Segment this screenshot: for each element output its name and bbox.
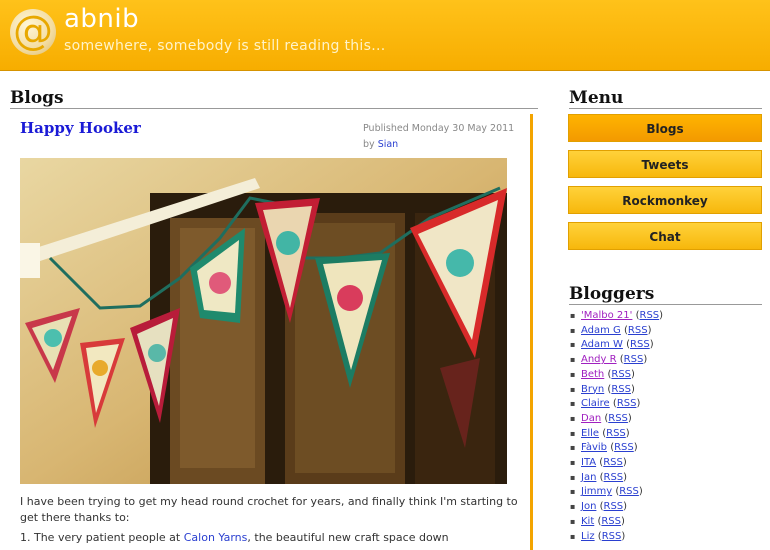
blogger-rss-link[interactable]: RSS bbox=[608, 413, 628, 424]
blogger-link[interactable]: Jimmy bbox=[581, 486, 612, 497]
blogger-item: Adam W (RSS) bbox=[569, 338, 663, 353]
post-list-text: 1. The very patient people at bbox=[20, 531, 184, 544]
post-author-link[interactable]: Sian bbox=[378, 139, 399, 150]
blogger-link[interactable]: Kit bbox=[581, 516, 594, 527]
blogger-item: Bryn (RSS) bbox=[569, 383, 663, 398]
blogger-rss-link[interactable]: RSS bbox=[602, 531, 622, 542]
post-image[interactable] bbox=[20, 158, 507, 484]
menu-title: Menu bbox=[569, 88, 624, 108]
blogger-link[interactable]: Fàvib bbox=[581, 442, 607, 453]
post-title-link[interactable]: Happy Hooker bbox=[20, 119, 141, 137]
blogger-rss-link[interactable]: RSS bbox=[624, 354, 644, 365]
blogger-rss-link[interactable]: RSS bbox=[611, 369, 631, 380]
blogger-rss-link[interactable]: RSS bbox=[604, 501, 624, 512]
blogger-link[interactable]: Bryn bbox=[581, 384, 604, 395]
blogger-link[interactable]: Andy R bbox=[581, 354, 617, 365]
blogger-link[interactable]: ITA bbox=[581, 457, 596, 468]
blogger-rss-link[interactable]: RSS bbox=[603, 457, 623, 468]
site-header: @ abnib somewhere, somebody is still rea… bbox=[0, 0, 770, 71]
blogger-link[interactable]: Adam W bbox=[581, 339, 623, 350]
blogger-item: Andy R (RSS) bbox=[569, 353, 663, 368]
blogger-item: Jon (RSS) bbox=[569, 500, 663, 515]
blogger-link[interactable]: Dan bbox=[581, 413, 601, 424]
blogger-item: Dan (RSS) bbox=[569, 412, 663, 427]
blogs-section-title: Blogs bbox=[10, 88, 64, 108]
content-accent-bar bbox=[530, 114, 533, 550]
blogger-rss-link[interactable]: RSS bbox=[630, 339, 650, 350]
bloggers-title: Bloggers bbox=[569, 284, 655, 304]
post-paragraph: I have been trying to get my head round … bbox=[20, 495, 518, 524]
calon-yarns-link[interactable]: Calon Yarns bbox=[184, 531, 248, 544]
bloggers-divider bbox=[569, 304, 762, 305]
blogger-rss-link[interactable]: RSS bbox=[606, 428, 626, 439]
blogger-rss-link[interactable]: RSS bbox=[614, 442, 634, 453]
blogger-link[interactable]: 'Malbo 21' bbox=[581, 310, 632, 321]
blogger-link[interactable]: Adam G bbox=[581, 325, 621, 336]
blogger-rss-link[interactable]: RSS bbox=[619, 486, 639, 497]
section-divider bbox=[10, 108, 538, 109]
blogger-item: ITA (RSS) bbox=[569, 456, 663, 471]
blogger-item: Beth (RSS) bbox=[569, 368, 663, 383]
blogger-item: 'Malbo 21' (RSS) bbox=[569, 309, 663, 324]
post-list-item: 1. The very patient people at Calon Yarn… bbox=[20, 530, 525, 546]
blogger-link[interactable]: Beth bbox=[581, 369, 604, 380]
bloggers-list: 'Malbo 21' (RSS)Adam G (RSS)Adam W (RSS)… bbox=[569, 309, 663, 544]
post-list-text-continued: , the beautiful new craft space down bbox=[247, 531, 449, 544]
menu-button-tweets[interactable]: Tweets bbox=[568, 150, 762, 178]
menu-button-blogs[interactable]: Blogs bbox=[568, 114, 762, 142]
site-title[interactable]: abnib bbox=[64, 4, 139, 34]
post-meta: Published Monday 30 May 2011 by Sian bbox=[363, 121, 523, 153]
blogger-rss-link[interactable]: RSS bbox=[640, 310, 660, 321]
menu-divider bbox=[569, 108, 762, 109]
blogger-item: Claire (RSS) bbox=[569, 397, 663, 412]
blogger-link[interactable]: Liz bbox=[581, 531, 595, 542]
blogger-rss-link[interactable]: RSS bbox=[628, 325, 648, 336]
at-sign-logo-icon[interactable]: @ bbox=[10, 9, 56, 55]
blogger-item: Fàvib (RSS) bbox=[569, 441, 663, 456]
site-tagline: somewhere, somebody is still reading thi… bbox=[64, 38, 386, 54]
menu-button-rockmonkey[interactable]: Rockmonkey bbox=[568, 186, 762, 214]
blogger-link[interactable]: Jon bbox=[581, 501, 596, 512]
blogger-item: Jimmy (RSS) bbox=[569, 485, 663, 500]
blogger-link[interactable]: Elle bbox=[581, 428, 599, 439]
blogger-item: Elle (RSS) bbox=[569, 427, 663, 442]
blogger-item: Adam G (RSS) bbox=[569, 324, 663, 339]
blogger-rss-link[interactable]: RSS bbox=[617, 398, 637, 409]
post-body: I have been trying to get my head round … bbox=[20, 494, 525, 550]
blogger-link[interactable]: Claire bbox=[581, 398, 610, 409]
blogger-rss-link[interactable]: RSS bbox=[601, 516, 621, 527]
menu-button-chat[interactable]: Chat bbox=[568, 222, 762, 250]
blogger-item: Kit (RSS) bbox=[569, 515, 663, 530]
blogger-link[interactable]: Jan bbox=[581, 472, 596, 483]
blogger-rss-link[interactable]: RSS bbox=[611, 384, 631, 395]
blogger-rss-link[interactable]: RSS bbox=[604, 472, 624, 483]
blogger-item: Liz (RSS) bbox=[569, 530, 663, 545]
blogger-item: Jan (RSS) bbox=[569, 471, 663, 486]
